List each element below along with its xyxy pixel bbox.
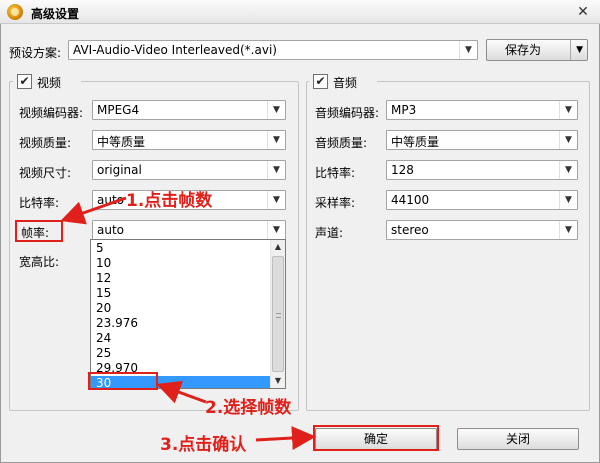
chevron-down-icon: ▼	[559, 191, 577, 209]
save-as-label: 保存为	[505, 43, 542, 57]
grip-icon	[276, 313, 281, 318]
save-as-button[interactable]: 保存为 ▼	[486, 39, 588, 61]
close-icon[interactable]: ✕	[574, 3, 592, 21]
scrollbar-thumb[interactable]	[272, 256, 284, 372]
video-framerate-select[interactable]: auto ▼	[92, 220, 286, 240]
audio-quality-select[interactable]: 中等质量 ▼	[386, 130, 578, 150]
video-encoder-label: 视频编码器:	[19, 106, 84, 120]
scroll-up-icon[interactable]: ▲	[271, 240, 285, 254]
chevron-down-icon: ▼	[459, 41, 477, 59]
video-aspect-label: 宽高比:	[19, 255, 60, 269]
video-bitrate-label: 比特率:	[19, 196, 60, 210]
preset-select[interactable]: AVI-Audio-Video Interleaved(*.avi) ▼	[68, 40, 478, 60]
video-size-label: 视频尺寸:	[19, 166, 72, 180]
audio-bitrate-label: 比特率:	[315, 166, 356, 180]
framerate-option[interactable]: 24	[91, 331, 271, 346]
audio-samplerate-value: 44100	[391, 193, 430, 207]
audio-samplerate-label: 采样率:	[315, 196, 356, 210]
framerate-list-scrollbar[interactable]: ▲ ▼	[270, 240, 285, 388]
video-group-header: ✔ 视频	[13, 73, 81, 91]
audio-samplerate-select[interactable]: 44100 ▼	[386, 190, 578, 210]
chevron-down-icon: ▼	[570, 40, 583, 60]
video-quality-label: 视频质量:	[19, 136, 72, 150]
audio-quality-value: 中等质量	[391, 135, 440, 149]
audio-group-header: ✔ 音频	[309, 73, 377, 91]
title-bar: 高级设置 ✕	[0, 0, 600, 24]
audio-encoder-select[interactable]: MP3 ▼	[386, 100, 578, 120]
chevron-down-icon: ▼	[559, 131, 577, 149]
framerate-option[interactable]: 15	[91, 286, 271, 301]
framerate-option[interactable]: 5	[91, 241, 271, 256]
video-size-select[interactable]: original ▼	[92, 160, 286, 180]
preset-select-value: AVI-Audio-Video Interleaved(*.avi)	[73, 43, 277, 57]
chevron-down-icon: ▼	[267, 221, 285, 239]
option-30-highlight	[88, 372, 158, 390]
ok-button-highlight	[313, 425, 439, 451]
audio-channel-value: stereo	[391, 223, 429, 237]
annotation-step2: 2.选择帧数	[205, 398, 292, 418]
audio-encoder-label: 音频编码器:	[315, 106, 380, 120]
video-encoder-value: MPEG4	[97, 103, 140, 117]
video-encoder-select[interactable]: MPEG4 ▼	[92, 100, 286, 120]
video-group-title: 视频	[37, 76, 62, 90]
audio-channel-label: 声道:	[315, 226, 344, 240]
preset-label: 预设方案:	[9, 46, 62, 60]
audio-bitrate-value: 128	[391, 163, 414, 177]
audio-group-title: 音频	[333, 76, 358, 90]
framerate-option[interactable]: 23.976	[91, 316, 271, 331]
audio-quality-label: 音频质量:	[315, 136, 368, 150]
chevron-down-icon: ▼	[267, 191, 285, 209]
annotation-step3: 3.点击确认	[160, 435, 247, 455]
audio-channel-select[interactable]: stereo ▼	[386, 220, 578, 240]
annotation-step1: 1.点击帧数	[126, 191, 213, 211]
close-button[interactable]: 关闭	[457, 428, 579, 450]
video-quality-value: 中等质量	[97, 135, 146, 149]
video-framerate-value: auto	[97, 223, 125, 237]
framerate-option[interactable]: 20	[91, 301, 271, 316]
chevron-down-icon: ▼	[559, 101, 577, 119]
audio-checkbox[interactable]: ✔	[313, 74, 328, 89]
video-quality-select[interactable]: 中等质量 ▼	[92, 130, 286, 150]
chevron-down-icon: ▼	[559, 221, 577, 239]
audio-bitrate-select[interactable]: 128 ▼	[386, 160, 578, 180]
framerate-option[interactable]: 12	[91, 271, 271, 286]
window-title: 高级设置	[31, 7, 80, 21]
chevron-down-icon: ▼	[267, 101, 285, 119]
framerate-label-highlight	[15, 220, 63, 242]
audio-encoder-value: MP3	[391, 103, 417, 117]
app-icon	[7, 4, 23, 20]
chevron-down-icon: ▼	[267, 131, 285, 149]
chevron-down-icon: ▼	[267, 161, 285, 179]
framerate-option[interactable]: 10	[91, 256, 271, 271]
video-size-value: original	[97, 163, 142, 177]
framerate-dropdown-list[interactable]: 5 10 12 15 20 23.976 24 25 29.970 30 ▲ ▼	[90, 239, 286, 389]
chevron-down-icon: ▼	[559, 161, 577, 179]
scroll-down-icon[interactable]: ▼	[271, 374, 285, 388]
video-checkbox[interactable]: ✔	[17, 74, 32, 89]
framerate-option[interactable]: 25	[91, 346, 271, 361]
video-bitrate-value: auto	[97, 193, 125, 207]
